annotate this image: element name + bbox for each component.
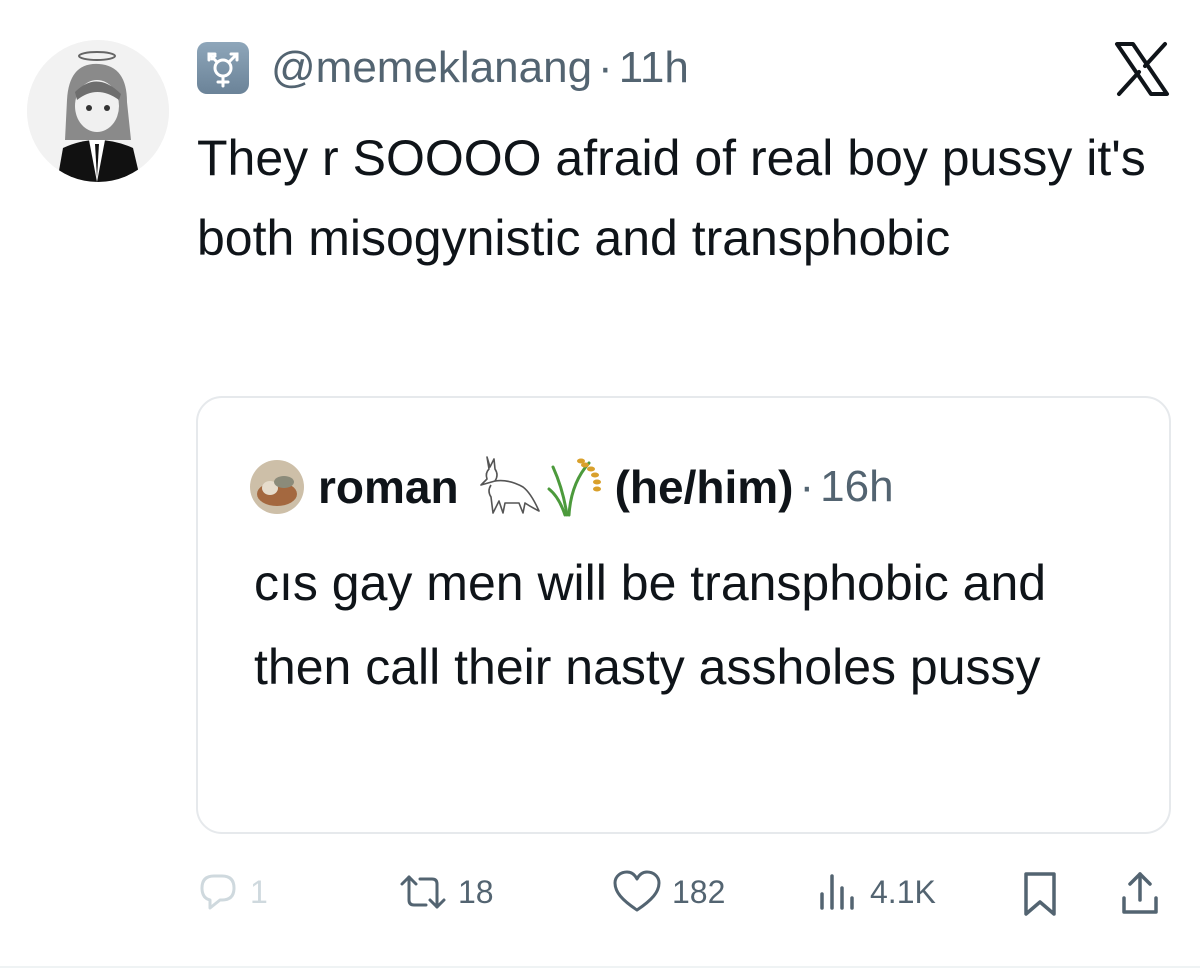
reply-button[interactable]: 1 (196, 870, 268, 914)
quoted-tweet-text: cıs gay men will be transphobic and then… (254, 555, 1047, 695)
header-separator: · (598, 43, 613, 92)
divider (0, 966, 1200, 968)
rice-sheaf-icon (545, 453, 605, 522)
quoted-timestamp[interactable]: 16h (820, 462, 893, 512)
reply-icon (200, 874, 236, 910)
reply-count: 1 (250, 873, 268, 910)
author-handle[interactable]: @memeklanang (271, 43, 592, 93)
quoted-tweet-header: roman (he/him) · 16h (250, 451, 894, 523)
bookmark-icon (1024, 872, 1056, 916)
author-avatar[interactable] (27, 40, 169, 182)
quoted-author-pronouns: (he/him) (614, 461, 794, 513)
quoted-header-separator: · (799, 462, 815, 511)
heart-icon (613, 870, 661, 912)
quoted-author-name[interactable]: roman (318, 460, 459, 514)
share-icon (1122, 872, 1158, 914)
quoted-author-avatar[interactable] (250, 460, 304, 514)
share-button[interactable] (1118, 870, 1162, 918)
tweet-text: They r SOOOO afraid of real boy pussy it… (197, 130, 1146, 266)
bookmark-button[interactable] (1020, 870, 1060, 918)
retweet-icon (400, 875, 446, 909)
like-count: 182 (672, 873, 726, 910)
tweet-timestamp[interactable]: 11h (619, 43, 689, 93)
fox-outline-icon (473, 453, 545, 522)
x-logo-icon (1113, 40, 1171, 98)
tweet-header: @memeklanang · 11h (197, 30, 689, 106)
retweet-button[interactable]: 18 (398, 870, 494, 914)
like-button[interactable]: 182 (612, 870, 725, 914)
views-button[interactable]: 4.1K (816, 870, 936, 914)
views-count: 4.1K (870, 873, 936, 910)
quoted-tweet[interactable]: roman (he/him) · 16h cıs gay men will be… (196, 396, 1171, 834)
transgender-symbol-icon (197, 42, 249, 94)
action-bar: 1 18 182 4.1K (0, 860, 1200, 940)
views-icon (820, 874, 854, 910)
retweet-count: 18 (458, 873, 494, 910)
